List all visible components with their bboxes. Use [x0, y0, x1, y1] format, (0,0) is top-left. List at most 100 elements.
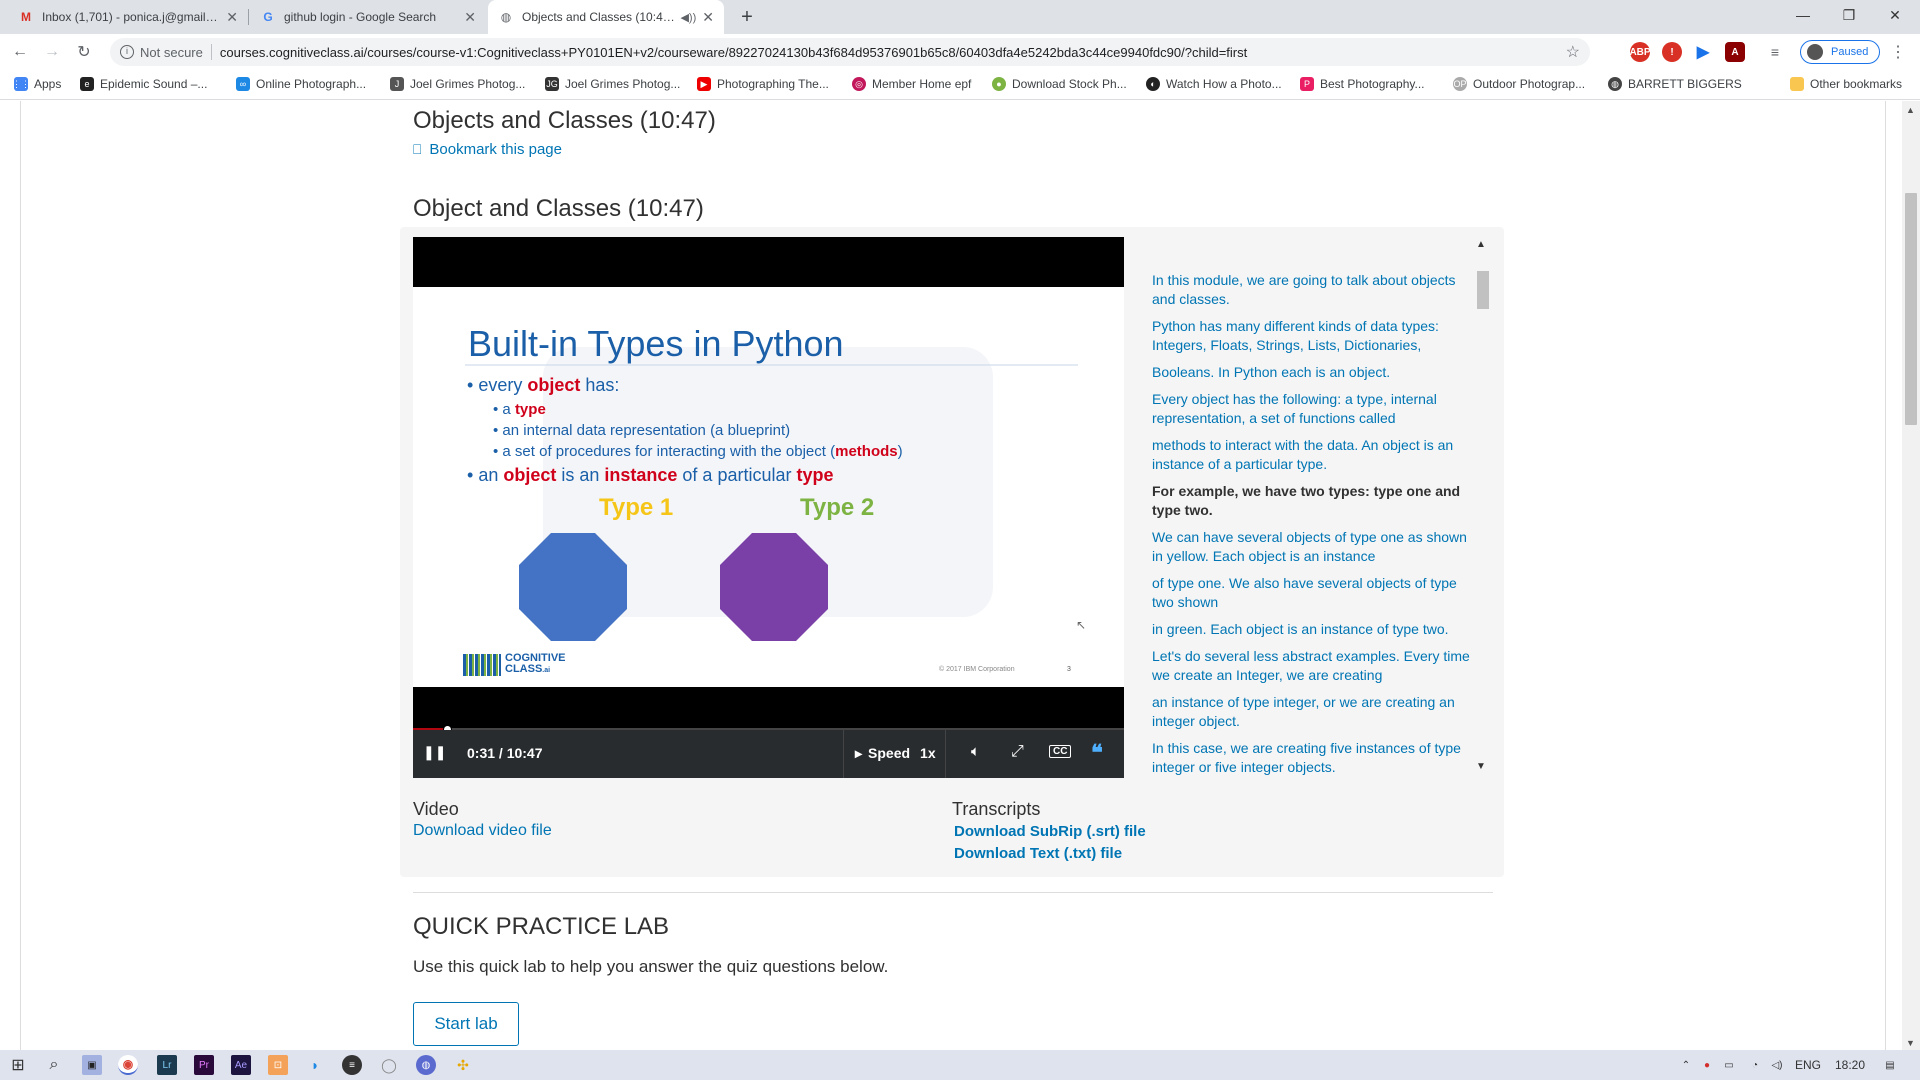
transcript-line[interactable]: In this case, we are creating five insta…: [1152, 739, 1474, 777]
transcript-line[interactable]: For example, we have two types: type one…: [1152, 482, 1474, 520]
search-icon[interactable]: ⌕: [44, 1055, 64, 1075]
transcript-line[interactable]: methods to interact with the data. An ob…: [1152, 436, 1474, 474]
address-bar[interactable]: i Not secure courses.cognitiveclass.ai/c…: [110, 38, 1590, 66]
lightroom-icon[interactable]: Lr: [157, 1055, 177, 1075]
start-lab-button[interactable]: Start lab: [413, 1002, 519, 1046]
security-indicator[interactable]: i Not secure: [120, 45, 203, 60]
tray-chevron-icon[interactable]: ⌃: [1676, 1055, 1696, 1075]
app-icon[interactable]: ⊡: [268, 1055, 288, 1075]
scroll-down-icon[interactable]: ▼: [1906, 1038, 1915, 1048]
bookmark-item[interactable]: ◐ Watch How a Photo...: [1146, 77, 1282, 91]
transcript-line[interactable]: In this module, we are going to talk abo…: [1152, 271, 1474, 309]
url-text[interactable]: courses.cognitiveclass.ai/courses/course…: [220, 45, 1247, 60]
clock[interactable]: 18:20: [1835, 1058, 1865, 1072]
slide-sub-bullet-3: • a set of procedures for interacting wi…: [493, 443, 903, 460]
star-icon[interactable]: ☆: [1566, 42, 1580, 62]
chrome-icon[interactable]: ◉: [118, 1055, 138, 1075]
bookmark-item[interactable]: JG Joel Grimes Photog...: [545, 77, 680, 91]
text: a: [502, 401, 515, 418]
tab-strip: M Inbox (1,701) - ponica.j@gmail.co ✕ G …: [0, 0, 1920, 34]
closed-captions-icon[interactable]: CC: [1049, 745, 1072, 758]
volume-icon[interactable]: ◁): [1767, 1055, 1787, 1075]
app-icon[interactable]: ▣: [82, 1055, 102, 1075]
media-control-icon[interactable]: ≡: [1765, 42, 1785, 62]
type2-octagon: [720, 533, 828, 641]
battery-icon[interactable]: ▭: [1719, 1055, 1739, 1075]
transcript-line[interactable]: in green. Each object is an instance of …: [1152, 620, 1474, 639]
notification-icon[interactable]: ▤: [1880, 1055, 1900, 1075]
bookmark-item[interactable]: J Joel Grimes Photog...: [390, 77, 525, 91]
slide-sub-bullet-1: • a type: [493, 401, 546, 418]
transcript-panel[interactable]: In this module, we are going to talk abo…: [1152, 271, 1474, 781]
shield-extension-icon[interactable]: !: [1662, 42, 1682, 62]
app-icon[interactable]: ≡: [342, 1055, 362, 1075]
transcripts-heading: Transcripts: [952, 799, 1041, 819]
close-tab-icon[interactable]: ✕: [226, 9, 238, 26]
bookmark-item[interactable]: P Best Photography...: [1300, 77, 1425, 91]
bookmark-item[interactable]: OP Outdoor Photograp...: [1453, 77, 1585, 91]
transcript-line[interactable]: Let's do several less abstract examples.…: [1152, 647, 1474, 685]
transcript-line[interactable]: an instance of type integer, or we are c…: [1152, 693, 1474, 731]
app-icon[interactable]: ◗: [305, 1055, 325, 1075]
page-scrollbar-thumb[interactable]: [1905, 193, 1917, 425]
reload-button[interactable]: ↻: [72, 40, 96, 64]
tray-app-icon[interactable]: ●: [1697, 1055, 1717, 1075]
avatar: [1807, 44, 1823, 60]
speed-button[interactable]: ▸ Speed 1x: [855, 745, 936, 762]
close-tab-icon[interactable]: ✕: [464, 9, 476, 26]
other-bookmarks[interactable]: Other bookmarks: [1790, 77, 1902, 91]
transcript-line[interactable]: Every object has the following: a type, …: [1152, 390, 1474, 428]
bookmark-item[interactable]: ∞ Online Photograph...: [236, 77, 366, 91]
transcript-scroll-down-icon[interactable]: ▼: [1476, 761, 1486, 772]
speaker-icon[interactable]: ◀)): [680, 11, 696, 24]
app-icon[interactable]: ◯: [379, 1055, 399, 1075]
download-srt-link[interactable]: Download SubRip (.srt) file: [954, 823, 1146, 840]
bookmark-item[interactable]: e Epidemic Sound –...: [80, 77, 207, 91]
bookmark-item[interactable]: ▶ Photographing The...: [697, 77, 829, 91]
profile-button[interactable]: Paused: [1800, 40, 1880, 64]
play-extension-icon[interactable]: ▶: [1693, 42, 1713, 62]
transcript-line[interactable]: Booleans. In Python each is an object.: [1152, 363, 1474, 382]
restore-button[interactable]: ❐: [1826, 0, 1872, 30]
bookmark-item[interactable]: ◎ Member Home epf: [852, 77, 971, 91]
app-icon[interactable]: ◍: [416, 1055, 436, 1075]
transcript-line[interactable]: Python has many different kinds of data …: [1152, 317, 1474, 355]
bookmark-page-link[interactable]: ⎕ Bookmark this page: [413, 141, 562, 158]
fullscreen-icon[interactable]: ⤢: [1011, 743, 1024, 761]
windows-start-icon[interactable]: ⊞: [8, 1055, 28, 1075]
transcript-line[interactable]: We can have several objects of type one …: [1152, 528, 1474, 566]
acrobat-icon[interactable]: A: [1725, 42, 1745, 62]
pause-button[interactable]: ❚❚: [423, 744, 446, 761]
after-effects-icon[interactable]: Ae: [231, 1055, 251, 1075]
close-tab-icon[interactable]: ✕: [702, 9, 714, 26]
volume-icon[interactable]: 🔈︎: [971, 743, 980, 760]
tab-objects-classes[interactable]: ◍ Objects and Classes (10:47) | ◀)) ✕: [488, 0, 724, 34]
bookmark-label: Watch How a Photo...: [1166, 77, 1282, 91]
video-player[interactable]: Built-in Types in Python • every object …: [413, 237, 1124, 778]
forward-button[interactable]: →: [40, 40, 64, 64]
tab-google-search[interactable]: G github login - Google Search ✕: [250, 0, 486, 34]
adblock-icon[interactable]: ABP: [1629, 42, 1651, 62]
new-tab-button[interactable]: +: [730, 0, 764, 34]
premiere-icon[interactable]: Pr: [194, 1055, 214, 1075]
download-video-link[interactable]: Download video file: [413, 822, 552, 840]
transcript-line[interactable]: of type one. We also have several object…: [1152, 574, 1474, 612]
back-button[interactable]: ←: [8, 40, 32, 64]
video-frame[interactable]: Built-in Types in Python • every object …: [413, 287, 1124, 687]
minimize-button[interactable]: —: [1780, 0, 1826, 30]
bookmark-item[interactable]: ● Download Stock Ph...: [992, 77, 1127, 91]
transcript-scrollbar-thumb[interactable]: [1477, 271, 1489, 309]
close-window-button[interactable]: ✕: [1872, 0, 1918, 30]
menu-icon[interactable]: ⋮: [1886, 40, 1910, 64]
bookmark-item[interactable]: ◍ BARRETT BIGGERS: [1608, 77, 1742, 91]
transcript-scroll-up-icon[interactable]: ▲: [1476, 239, 1486, 250]
bookmark-apps[interactable]: ⋮⋮ Apps: [12, 77, 61, 91]
transcript-toggle-icon[interactable]: ❝: [1091, 740, 1103, 766]
lab-description: Use this quick lab to help you answer th…: [413, 957, 889, 976]
tab-gmail[interactable]: M Inbox (1,701) - ponica.j@gmail.co ✕: [8, 0, 248, 34]
wifi-icon[interactable]: ◔: [1745, 1055, 1765, 1075]
language-indicator[interactable]: ENG: [1795, 1058, 1821, 1072]
scroll-up-icon[interactable]: ▲: [1906, 105, 1915, 115]
download-txt-link[interactable]: Download Text (.txt) file: [954, 845, 1122, 862]
app-icon[interactable]: ✣: [453, 1055, 473, 1075]
